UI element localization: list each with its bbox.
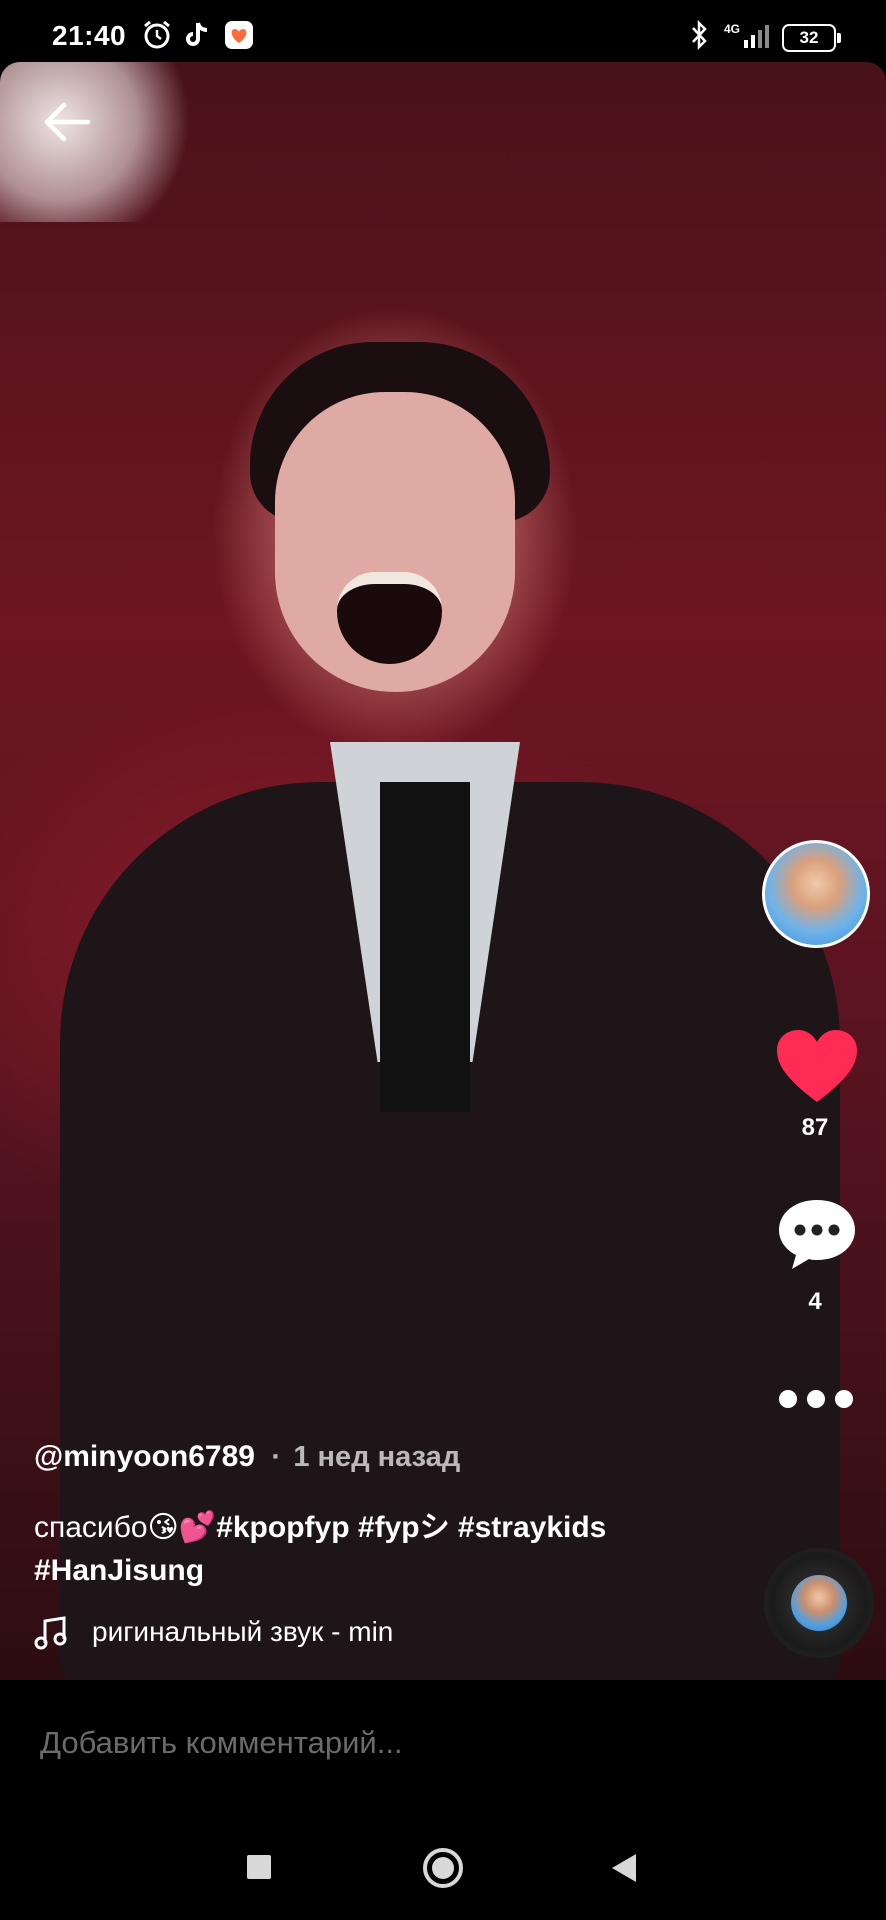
video-frame-detail [0,62,200,222]
caption-text: спасибо😘💕 [34,1511,217,1544]
music-disc-cover [791,1575,847,1631]
hashtag[interactable]: #straykids [458,1511,606,1544]
post-separator: · [271,1441,282,1473]
signal-icon [744,25,769,48]
hashtag[interactable]: #HanJisung [34,1554,204,1587]
creator-avatar[interactable] [762,840,870,948]
music-disc[interactable] [764,1548,874,1658]
bluetooth-icon [692,20,707,50]
arrow-left-icon[interactable] [42,100,92,144]
status-bar: 21:40 4G 32 [0,0,886,62]
home-circle-icon[interactable] [421,1846,465,1890]
network-type: 4G [724,22,741,36]
video-player[interactable] [0,62,886,1680]
post-time: 1 нед назад [293,1441,461,1473]
system-nav-bar [0,1810,886,1920]
username[interactable]: @minyoon6789 [34,1440,255,1473]
hashtag[interactable]: #kpopfyp [216,1511,349,1544]
heart-icon[interactable] [775,1028,859,1104]
battery-level: 32 [799,28,819,47]
gallery-app-icon [225,21,253,49]
recents-square-icon[interactable] [246,1854,272,1880]
comment-bar[interactable]: Добавить комментарий... [0,1680,886,1810]
post-author[interactable]: @minyoon6789 · 1 нед назад [34,1440,460,1474]
hashtag[interactable]: #fypシ [358,1511,450,1544]
comment-bubble-icon[interactable] [776,1196,858,1272]
comment-input[interactable]: Добавить комментарий... [40,1725,403,1761]
sound-name[interactable]: ригинальный звук - min [92,1616,482,1648]
tiktok-icon [186,22,208,46]
alarm-icon [144,20,170,49]
more-options-icon[interactable] [776,1384,856,1414]
status-time: 21:40 [52,20,127,51]
like-count: 87 [801,1114,829,1141]
comment-count: 4 [808,1288,822,1315]
video-frame-detail [380,782,470,1112]
back-triangle-icon[interactable] [610,1852,638,1884]
post-caption[interactable]: спасибо😘💕#kpopfyp #fypシ #straykids #HanJ… [34,1506,674,1592]
sound-row[interactable]: ригинальный звук - min [34,1614,454,1654]
battery-icon: 32 [782,24,841,52]
music-note-icon [34,1616,67,1650]
